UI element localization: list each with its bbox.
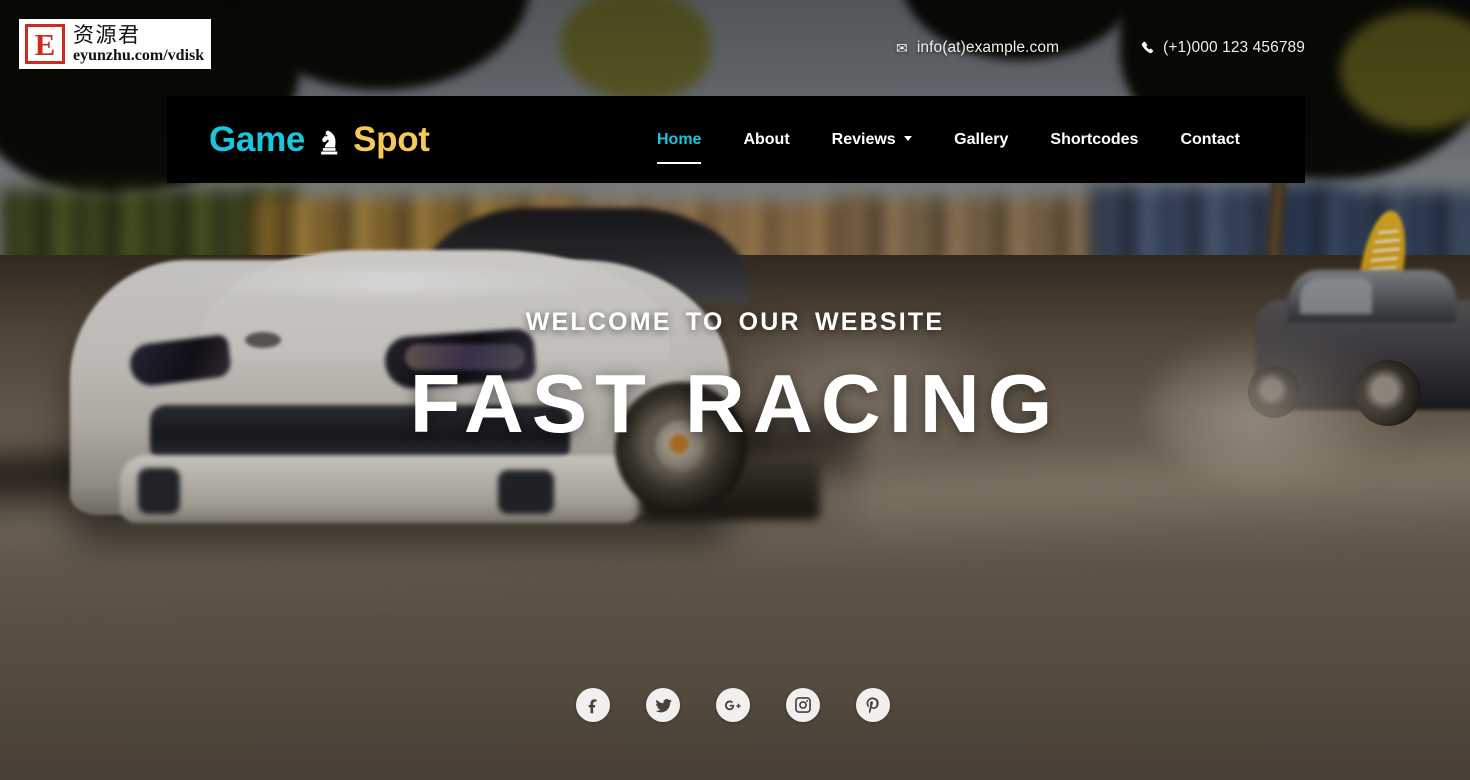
- contact-email[interactable]: ✉ info(at)example.com: [896, 39, 1059, 57]
- social-links: [0, 688, 1468, 722]
- brand-name-first: Game: [209, 119, 306, 159]
- nav-item-reviews[interactable]: Reviews: [811, 119, 934, 161]
- envelope-icon: ✉: [895, 40, 908, 56]
- phone-icon: [1141, 41, 1154, 56]
- watermark-logo: E 资源君 eyunzhu.com/vdisk: [19, 19, 211, 69]
- nav-item-shortcodes[interactable]: Shortcodes: [1029, 119, 1159, 161]
- watermark-letter-box: E: [25, 24, 65, 64]
- contact-phone-text: (+1)000 123 456789: [1163, 39, 1305, 56]
- nav-item-home[interactable]: Home: [636, 119, 722, 164]
- top-contact-bar: ✉ info(at)example.com (+1)000 123 456789: [0, 0, 1470, 96]
- pinterest-icon[interactable]: [856, 688, 890, 722]
- nav-item-about[interactable]: About: [722, 119, 810, 161]
- nav-item-contact[interactable]: Contact: [1159, 119, 1261, 161]
- nav-menu: Home About Reviews Gallery Shortcodes Co…: [636, 119, 1261, 164]
- facebook-icon[interactable]: [576, 688, 610, 722]
- nav-item-gallery[interactable]: Gallery: [933, 119, 1029, 161]
- google-plus-icon[interactable]: [716, 688, 750, 722]
- watermark-url: eyunzhu.com/vdisk: [73, 46, 205, 64]
- chess-knight-icon: [314, 127, 344, 157]
- site-logo[interactable]: Game Spot: [209, 120, 430, 160]
- nav-label-reviews: Reviews: [831, 130, 896, 148]
- nav-label-home: Home: [657, 130, 702, 148]
- chevron-down-icon: [904, 135, 913, 141]
- hero-eyebrow: WELCOME TO OUR WEBSITE: [525, 308, 945, 336]
- twitter-icon[interactable]: [646, 688, 680, 722]
- hero-headline: FAST RACING: [409, 357, 1061, 450]
- watermark-chinese-text: 资源君: [73, 22, 141, 47]
- nav-label-gallery: Gallery: [954, 130, 1009, 148]
- main-navigation-bar: Game Spot Home About Reviews Gallery Sho…: [167, 96, 1305, 183]
- nav-label-about: About: [743, 130, 790, 148]
- contact-phone[interactable]: (+1)000 123 456789: [1141, 39, 1305, 57]
- nav-label-shortcodes: Shortcodes: [1050, 130, 1139, 148]
- brand-name-second: Spot: [353, 119, 430, 159]
- instagram-icon[interactable]: [786, 688, 820, 722]
- nav-label-contact: Contact: [1180, 130, 1240, 148]
- contact-email-text: info(at)example.com: [916, 39, 1060, 56]
- watermark-letter: E: [34, 26, 56, 62]
